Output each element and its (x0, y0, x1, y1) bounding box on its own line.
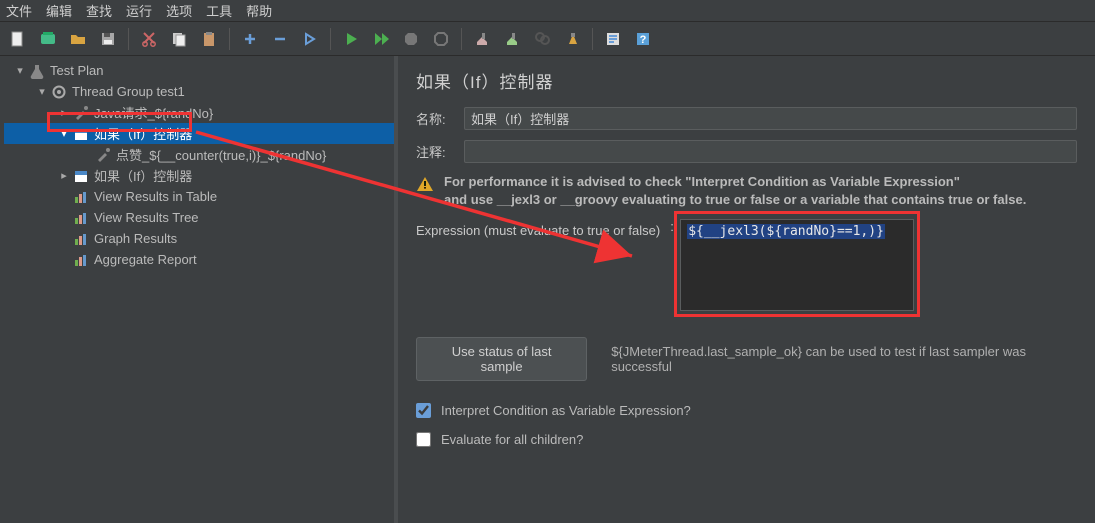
chart-icon (72, 209, 90, 227)
menu-search[interactable]: 查找 (86, 1, 112, 20)
content-pane: 如果（If）控制器 名称: 注释: For performance it is … (398, 56, 1095, 523)
warn-line2: and use __jexl3 or __groovy evaluating t… (444, 192, 1026, 207)
warning-text: For performance it is advised to check "… (444, 173, 1026, 209)
tree-view-results-table[interactable]: View Results in Table (4, 186, 394, 207)
templates-icon[interactable] (34, 25, 62, 53)
warning-block: For performance it is advised to check "… (416, 173, 1077, 209)
search-icon[interactable] (528, 25, 556, 53)
name-label: 名称: (416, 109, 464, 128)
children-checkbox-label: Evaluate for all children? (441, 432, 583, 447)
warning-icon (416, 175, 438, 209)
tree-java-request-label: Java请求_${randNo} (94, 103, 213, 122)
open-icon[interactable] (64, 25, 92, 53)
chevron-right-icon[interactable]: ▸ (56, 169, 72, 182)
tree-view-results-tree[interactable]: View Results Tree (4, 207, 394, 228)
paste-icon[interactable] (195, 25, 223, 53)
name-row: 名称: (416, 107, 1077, 130)
chevron-right-icon[interactable]: ▸ (56, 106, 72, 119)
toggle-icon[interactable] (296, 25, 324, 53)
save-icon[interactable] (94, 25, 122, 53)
tree-pane: ▾ Test Plan ▾ Thread Group test1 ▸ Java请… (0, 56, 398, 523)
menu-help[interactable]: 帮助 (246, 1, 272, 20)
children-checkbox[interactable] (416, 432, 431, 447)
tree-if-controller-2-label: 如果（If）控制器 (94, 166, 192, 185)
tree-thread-group[interactable]: ▾ Thread Group test1 (4, 81, 394, 102)
menu-run[interactable]: 运行 (126, 1, 152, 20)
tree-root-label: Test Plan (50, 63, 103, 78)
gear-icon (50, 83, 68, 101)
expression-wrap: ${__jexl3(${randNo}==1,)} (680, 219, 1077, 311)
menu-options[interactable]: 选项 (166, 1, 192, 20)
comment-label: 注释: (416, 142, 464, 161)
last-sample-row: Use status of last sample ${JMeterThread… (416, 337, 1077, 381)
menu-file[interactable]: 文件 (6, 1, 32, 20)
tree-vrtree-label: View Results Tree (94, 210, 199, 225)
flask-icon (28, 62, 46, 80)
svg-text:?: ? (640, 34, 647, 46)
new-file-icon[interactable] (4, 25, 32, 53)
chart-icon (72, 251, 90, 269)
test-plan-tree: ▾ Test Plan ▾ Thread Group test1 ▸ Java请… (0, 56, 394, 270)
last-sample-hint: ${JMeterThread.last_sample_ok} can be us… (611, 344, 1077, 374)
clear-search-icon[interactable] (558, 25, 586, 53)
expand-icon[interactable] (236, 25, 264, 53)
controller-icon (72, 125, 90, 143)
menu-edit[interactable]: 编辑 (46, 1, 72, 20)
interpret-checkbox-row: Interpret Condition as Variable Expressi… (416, 403, 1077, 418)
shutdown-icon[interactable] (427, 25, 455, 53)
tree-if-controller-1-label: 如果（If）控制器 (94, 124, 192, 143)
chevron-down-icon[interactable]: ▾ (12, 64, 28, 77)
comment-field[interactable] (464, 140, 1077, 163)
tree-like-request[interactable]: 点赞_${__counter(true,i)}_${randNo} (4, 144, 394, 165)
copy-icon[interactable] (165, 25, 193, 53)
children-checkbox-row: Evaluate for all children? (416, 432, 1077, 447)
expression-row: Expression (must evaluate to true or fal… (416, 219, 1077, 311)
page-title: 如果（If）控制器 (416, 68, 1077, 93)
chevron-down-icon[interactable]: ▾ (56, 127, 72, 140)
tree-if-controller-2[interactable]: ▸ 如果（If）控制器 (4, 165, 394, 186)
interpret-checkbox-label: Interpret Condition as Variable Expressi… (441, 403, 691, 418)
menu-tools[interactable]: 工具 (206, 1, 232, 20)
collapse-icon[interactable] (266, 25, 294, 53)
controller-icon (72, 167, 90, 185)
tree-agg-label: Aggregate Report (94, 252, 197, 267)
tree-graph-results[interactable]: Graph Results (4, 228, 394, 249)
toolbar: ? (0, 22, 1095, 56)
function-helper-icon[interactable] (599, 25, 627, 53)
chart-icon (72, 230, 90, 248)
menubar: 文件 编辑 查找 运行 选项 工具 帮助 (0, 0, 1095, 22)
tree-aggregate-report[interactable]: Aggregate Report (4, 249, 394, 270)
help-icon[interactable]: ? (629, 25, 657, 53)
tree-thread-group-label: Thread Group test1 (72, 84, 185, 99)
use-last-sample-button[interactable]: Use status of last sample (416, 337, 587, 381)
main-area: ▾ Test Plan ▾ Thread Group test1 ▸ Java请… (0, 56, 1095, 523)
tree-graph-label: Graph Results (94, 231, 177, 246)
cut-icon[interactable] (135, 25, 163, 53)
expression-value: ${__jexl3(${randNo}==1,)} (687, 224, 885, 239)
expression-label: Expression (must evaluate to true or fal… (416, 223, 670, 238)
pipette-icon (72, 104, 90, 122)
warn-line1: For performance it is advised to check "… (444, 174, 960, 189)
tree-root[interactable]: ▾ Test Plan (4, 60, 394, 81)
chevron-down-icon[interactable]: ▾ (34, 85, 50, 98)
tree-if-controller-1[interactable]: ▾ 如果（If）控制器 (4, 123, 394, 144)
tree-like-request-label: 点赞_${__counter(true,i)}_${randNo} (116, 145, 326, 164)
clear1-icon[interactable] (468, 25, 496, 53)
tree-java-request[interactable]: ▸ Java请求_${randNo} (4, 102, 394, 123)
chart-icon (72, 188, 90, 206)
comment-row: 注释: (416, 140, 1077, 163)
pipette-icon (94, 146, 112, 164)
tree-vrt-label: View Results in Table (94, 189, 217, 204)
run-no-pause-icon[interactable] (367, 25, 395, 53)
clear2-icon[interactable] (498, 25, 526, 53)
interpret-checkbox[interactable] (416, 403, 431, 418)
run-icon[interactable] (337, 25, 365, 53)
name-field[interactable] (464, 107, 1077, 130)
expression-field[interactable]: ${__jexl3(${randNo}==1,)} (680, 219, 914, 311)
stop-icon[interactable] (397, 25, 425, 53)
